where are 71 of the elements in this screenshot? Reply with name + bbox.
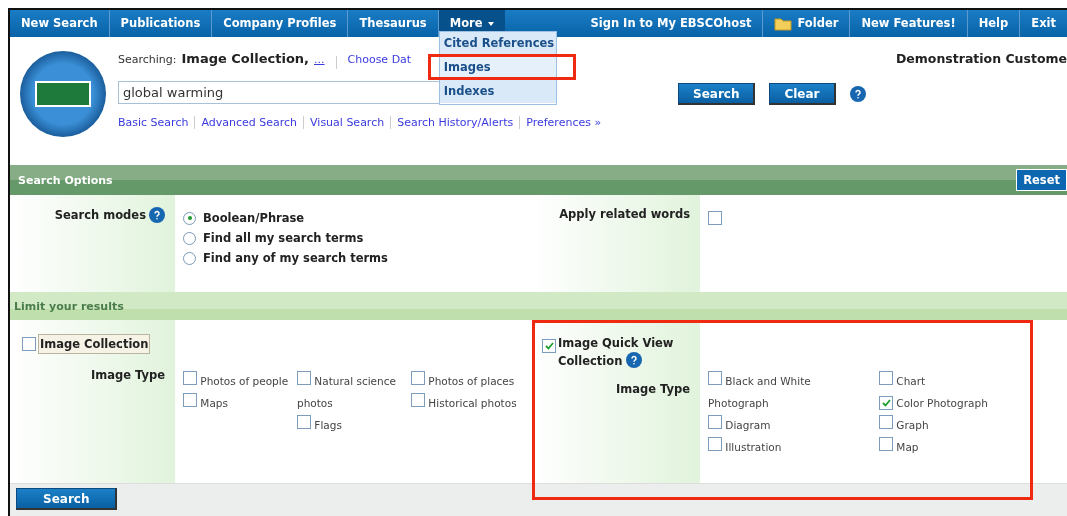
nav-link[interactable]: New Search	[10, 10, 110, 37]
checkbox[interactable]	[297, 415, 311, 429]
radio-option[interactable]: Boolean/Phrase	[183, 211, 522, 225]
radio-option[interactable]: Find all my search terms	[183, 231, 522, 245]
type-option[interactable]: Natural science photos	[297, 370, 405, 414]
reset-button[interactable]: Reset	[1016, 169, 1067, 191]
section-title: Search Options	[17, 173, 113, 187]
search-link[interactable]: Search History/Alerts	[397, 116, 514, 129]
type-option[interactable]: Maps	[183, 392, 291, 414]
type-option[interactable]: Black and White Photograph	[708, 370, 873, 414]
radio-button[interactable]	[183, 231, 196, 245]
radio-button[interactable]	[183, 251, 196, 265]
type-option[interactable]: Photos of people	[183, 370, 291, 392]
checkbox[interactable]	[879, 396, 893, 410]
checkbox[interactable]	[297, 371, 311, 385]
search-link[interactable]: Advanced Search	[201, 116, 298, 129]
search-modes-label: Search modes	[54, 207, 165, 223]
checkbox[interactable]	[183, 393, 197, 407]
checkbox[interactable]	[411, 393, 425, 407]
folder-icon	[774, 16, 793, 31]
type-option[interactable]: Flags	[297, 414, 405, 436]
help-icon[interactable]	[149, 207, 165, 223]
type-option[interactable]: Historical photos	[411, 392, 519, 414]
search-link[interactable]: Preferences »	[526, 116, 602, 129]
image-type-label: Image Type	[90, 368, 165, 382]
nav-link[interactable]: New Features!	[850, 10, 968, 37]
type-option[interactable]: Illustration	[708, 436, 873, 458]
search-button[interactable]: Search	[16, 488, 118, 510]
radio-button[interactable]	[183, 211, 196, 225]
checkbox[interactable]	[879, 371, 893, 385]
search-button[interactable]: Search	[678, 83, 756, 105]
search-link[interactable]: Visual Search	[310, 116, 385, 129]
nav-link[interactable]: Publications	[109, 10, 213, 37]
checkbox[interactable]	[708, 371, 722, 385]
database-name: Image Collection,	[181, 51, 310, 66]
help-icon[interactable]	[626, 352, 643, 368]
checkbox[interactable]	[708, 211, 722, 225]
type-option[interactable]: Photos of places	[411, 370, 519, 392]
clear-button[interactable]: Clear	[769, 83, 836, 105]
customer-name: Demonstration Custome	[895, 50, 1067, 68]
menu-item[interactable]: Cited References	[439, 32, 556, 56]
choose-databases-link[interactable]: Choose Dat	[347, 53, 412, 66]
checkbox[interactable]	[879, 415, 893, 429]
collection-option[interactable]: Image Quick View Collection	[542, 334, 690, 370]
nav-link[interactable]: Help	[967, 10, 1021, 37]
checkbox[interactable]	[879, 437, 893, 451]
type-option[interactable]: Graph	[879, 414, 1044, 436]
folder-link[interactable]: Folder	[763, 10, 851, 37]
radio-option[interactable]: Find any of my search terms	[183, 251, 522, 265]
type-option[interactable]: Color Photograph	[879, 392, 1044, 414]
search-link[interactable]: Basic Search	[118, 116, 189, 129]
help-icon[interactable]	[849, 86, 866, 102]
nav-link[interactable]: Sign In to My EBSCOhost	[579, 10, 764, 37]
searching-label: Searching:	[118, 53, 177, 66]
checkbox[interactable]	[542, 339, 556, 353]
related-words-label: Apply related words	[559, 207, 690, 221]
checkbox[interactable]	[708, 415, 722, 429]
checkbox[interactable]	[708, 437, 722, 451]
nav-link[interactable]: Thesaurus	[348, 10, 439, 37]
more-databases-link[interactable]: ...	[314, 53, 325, 66]
caret-icon	[487, 21, 494, 26]
checkbox[interactable]	[411, 371, 425, 385]
type-option[interactable]: Diagram	[708, 414, 873, 436]
nav-link[interactable]: Company Profiles	[212, 10, 349, 37]
checkbox[interactable]	[22, 337, 36, 351]
checkbox[interactable]	[183, 371, 197, 385]
type-option[interactable]: Map	[879, 436, 1044, 458]
image-type-label: Image Type	[615, 382, 690, 396]
nav-link[interactable]: Exit	[1020, 10, 1067, 37]
type-option[interactable]: Chart	[879, 370, 1044, 392]
section-title: Limit your results	[13, 299, 124, 313]
